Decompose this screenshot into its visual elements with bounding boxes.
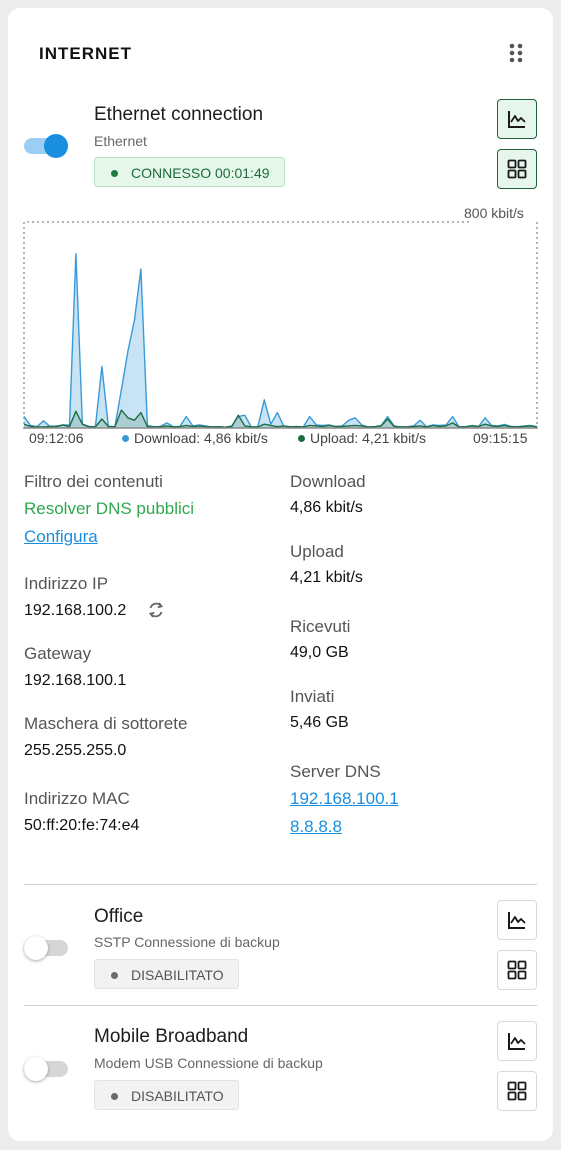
- download-legend: Download: 4,86 kbit/s: [122, 430, 268, 446]
- upload-legend: Upload: 4,21 kbit/s: [298, 430, 426, 446]
- upload-value: 4,21 kbit/s: [290, 569, 363, 586]
- widget-title: INTERNET: [39, 44, 132, 63]
- ethernet-toggle[interactable]: [24, 132, 68, 158]
- backup-1-status-badge: DISABILITATO: [94, 959, 239, 989]
- download-value: 4,86 kbit/s: [290, 499, 363, 516]
- backup-1-status-text: DISABILITATO: [131, 967, 224, 983]
- filter-value: Resolver DNS pubblici: [24, 499, 195, 518]
- gateway-label: Gateway: [24, 644, 92, 663]
- toggle-knob: [44, 134, 68, 158]
- backup-2-grid-button[interactable]: [497, 1071, 537, 1111]
- dns-server-1-link[interactable]: 192.168.100.1: [290, 789, 399, 809]
- line-chart-icon: [508, 111, 526, 128]
- received-label: Ricevuti: [290, 617, 351, 636]
- status-dot-icon: [111, 1093, 118, 1100]
- refresh-icon[interactable]: [146, 600, 166, 620]
- ip-label: Indirizzo IP: [24, 574, 109, 593]
- chart-view-button[interactable]: [497, 99, 537, 139]
- sent-label: Inviati: [290, 687, 335, 706]
- backup-1-name: Office: [94, 906, 144, 927]
- download-label: Download: [290, 472, 366, 491]
- backup-2-status-badge: DISABILITATO: [94, 1080, 239, 1110]
- divider: [24, 1005, 537, 1006]
- upload-legend-dot: [298, 435, 305, 442]
- grid-icon: [507, 159, 527, 179]
- grid-view-button[interactable]: [497, 149, 537, 189]
- office-toggle[interactable]: [24, 934, 68, 960]
- connection-name: Ethernet connection: [94, 104, 264, 125]
- drag-dots-icon[interactable]: [505, 42, 527, 66]
- traffic-chart-svg: [23, 221, 538, 429]
- configure-link[interactable]: Configura: [24, 527, 98, 547]
- status-badge: CONNESSO 00:01:49: [94, 157, 285, 187]
- chart-start-time: 09:12:06: [29, 430, 84, 446]
- upload-label: Upload: [290, 542, 344, 561]
- sent-value: 5,46 GB: [290, 714, 349, 731]
- backup-2-name: Mobile Broadband: [94, 1026, 249, 1047]
- gateway-value: 192.168.100.1: [24, 672, 127, 689]
- line-chart-icon: [508, 1033, 526, 1050]
- status-dot-icon: [111, 972, 118, 979]
- backup-2-status-text: DISABILITATO: [131, 1088, 224, 1104]
- chart-scale-label: 800 kbit/s: [464, 205, 524, 221]
- backup-2-chart-button[interactable]: [497, 1021, 537, 1061]
- status-dot-icon: [111, 170, 118, 177]
- mask-label: Maschera di sottorete: [24, 714, 188, 733]
- divider: [24, 884, 537, 885]
- received-value: 49,0 GB: [290, 644, 349, 661]
- chart-end-time: 09:15:15: [473, 430, 528, 446]
- status-text: CONNESSO 00:01:49: [131, 165, 270, 181]
- toggle-knob: [24, 936, 48, 960]
- dns-label: Server DNS: [290, 762, 381, 781]
- dns-server-2-link[interactable]: 8.8.8.8: [290, 817, 342, 837]
- backup-1-subtitle: SSTP Connessione di backup: [94, 934, 280, 950]
- grid-icon: [507, 960, 527, 980]
- traffic-chart: [23, 221, 538, 429]
- backup-1-chart-button[interactable]: [497, 900, 537, 940]
- chart-frame-top-left: [23, 221, 469, 429]
- mac-label: Indirizzo MAC: [24, 789, 130, 808]
- connection-type: Ethernet: [94, 133, 147, 149]
- mac-value: 50:ff:20:fe:74:e4: [24, 817, 140, 834]
- download-legend-text: Download: 4,86 kbit/s: [134, 430, 268, 446]
- mobile-broadband-toggle[interactable]: [24, 1055, 68, 1081]
- grid-icon: [507, 1081, 527, 1101]
- upload-legend-text: Upload: 4,21 kbit/s: [310, 430, 426, 446]
- filter-label: Filtro dei contenuti: [24, 472, 163, 491]
- internet-widget: INTERNET Ethernet connection Ethernet CO…: [8, 8, 553, 1141]
- backup-2-subtitle: Modem USB Connessione di backup: [94, 1055, 323, 1071]
- line-chart-icon: [508, 912, 526, 929]
- backup-1-grid-button[interactable]: [497, 950, 537, 990]
- download-legend-dot: [122, 435, 129, 442]
- toggle-knob: [24, 1057, 48, 1081]
- download-series-area: [24, 253, 537, 428]
- ip-value: 192.168.100.2: [24, 602, 127, 619]
- mask-value: 255.255.255.0: [24, 742, 127, 759]
